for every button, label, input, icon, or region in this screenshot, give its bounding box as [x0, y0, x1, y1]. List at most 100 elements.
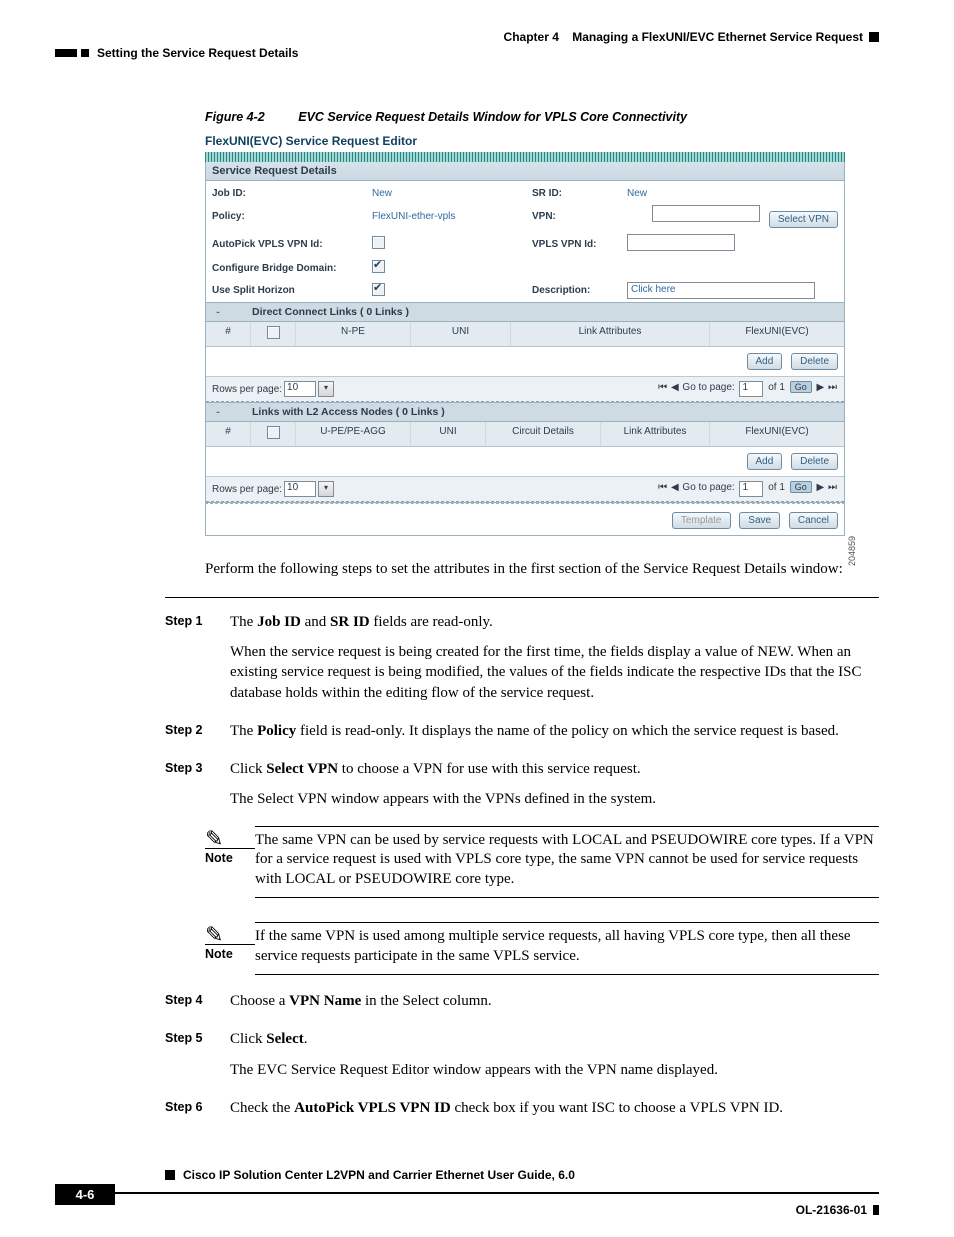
goto-page-input[interactable]: 1 — [739, 481, 763, 497]
go-button[interactable]: Go — [790, 481, 812, 493]
step-4-label: Step 4 — [165, 991, 230, 1021]
cancel-button[interactable]: Cancel — [789, 512, 838, 529]
split-horizon-label: Use Split Horizon — [212, 285, 372, 296]
policy-label: Policy: — [212, 211, 372, 222]
pager: Rows per page: 10 ▾ ⏮ ◀ Go to page: 1 of… — [206, 376, 844, 402]
page-of-label: of 1 — [768, 482, 785, 493]
description-label: Description: — [532, 285, 627, 296]
footer-tick-icon — [873, 1205, 879, 1215]
title-bar-decoration — [205, 152, 845, 162]
rows-per-page-input[interactable]: 10 — [284, 381, 316, 397]
section-title: Setting the Service Request Details — [97, 46, 298, 60]
document-id: OL-21636-01 — [796, 1203, 867, 1217]
step-6-label: Step 6 — [165, 1098, 230, 1128]
delete-button[interactable]: Delete — [791, 353, 838, 370]
section-heading: Service Request Details — [205, 162, 845, 181]
step-1-label: Step 1 — [165, 612, 230, 713]
save-button[interactable]: Save — [739, 512, 780, 529]
next-page-icon[interactable]: ▶ — [817, 482, 826, 493]
step-5-label: Step 5 — [165, 1029, 230, 1090]
rows-per-page-dropdown[interactable]: ▾ — [318, 481, 334, 497]
footer-rule — [115, 1192, 879, 1205]
delete-button[interactable]: Delete — [791, 453, 838, 470]
goto-page-label: Go to page: — [682, 382, 734, 393]
note-1-text: The same VPN can be used by service requ… — [255, 831, 879, 894]
pencil-icon: ✎ — [205, 922, 255, 948]
page-of-label: of 1 — [768, 382, 785, 393]
screenshot-footer-buttons: Template Save Cancel — [205, 503, 845, 536]
l2-links-columns: # U-PE/PE-AGG UNI Circuit Details Link A… — [206, 422, 844, 447]
page-footer: Cisco IP Solution Center L2VPN and Carri… — [55, 1168, 879, 1217]
first-page-icon[interactable]: ⏮ — [658, 482, 668, 493]
vpls-vpn-id-input[interactable] — [627, 234, 735, 251]
step-2-label: Step 2 — [165, 721, 230, 751]
note-1: ✎ Note The same VPN can be used by servi… — [205, 826, 879, 899]
goto-page-input[interactable]: 1 — [739, 381, 763, 397]
chapter-number: Chapter 4 — [504, 30, 559, 44]
job-id-value: New — [372, 188, 532, 199]
rows-per-page-label: Rows per page: — [212, 484, 282, 495]
select-all-checkbox[interactable] — [267, 326, 280, 339]
split-horizon-checkbox[interactable] — [372, 283, 385, 296]
vpn-input[interactable] — [652, 205, 760, 222]
rows-per-page-input[interactable]: 10 — [284, 481, 316, 497]
autopick-label: AutoPick VPLS VPN Id: — [212, 239, 372, 250]
prev-page-icon[interactable]: ◀ — [671, 482, 680, 493]
header-square-icon — [81, 49, 89, 57]
bridge-domain-checkbox[interactable] — [372, 260, 385, 273]
section-header: Setting the Service Request Details — [55, 46, 879, 60]
goto-page-label: Go to page: — [682, 482, 734, 493]
rows-per-page-dropdown[interactable]: ▾ — [318, 381, 334, 397]
note-2: ✎ Note If the same VPN is used among mul… — [205, 922, 879, 975]
sr-id-label: SR ID: — [532, 188, 627, 199]
select-vpn-button[interactable]: Select VPN — [769, 211, 838, 228]
next-page-icon[interactable]: ▶ — [817, 382, 826, 393]
chapter-title: Managing a FlexUNI/EVC Ethernet Service … — [572, 30, 863, 44]
step-3-body: Click Select VPN to choose a VPN for use… — [230, 759, 879, 820]
running-header: Chapter 4 Managing a FlexUNI/EVC Etherne… — [55, 30, 879, 44]
vpls-vpn-id-label: VPLS VPN Id: — [532, 239, 627, 250]
description-input[interactable]: Click here — [627, 282, 815, 299]
prev-page-icon[interactable]: ◀ — [671, 382, 680, 393]
step-1-body: The Job ID and SR ID fields are read-onl… — [230, 612, 879, 713]
note-2-text: If the same VPN is used among multiple s… — [255, 927, 879, 970]
step-6-body: Check the AutoPick VPLS VPN ID check box… — [230, 1098, 879, 1128]
pencil-icon: ✎ — [205, 826, 255, 852]
first-page-icon[interactable]: ⏮ — [658, 382, 668, 393]
step-4-body: Choose a VPN Name in the Select column. — [230, 991, 879, 1021]
job-id-label: Job ID: — [212, 188, 372, 199]
vpn-label: VPN: — [532, 211, 627, 222]
figure-number: Figure 4-2 — [205, 110, 265, 124]
pager: Rows per page: 10 ▾ ⏮ ◀ Go to page: 1 of… — [206, 476, 844, 502]
window-title: FlexUNI(EVC) Service Request Editor — [205, 132, 845, 152]
header-marker-icon — [869, 32, 879, 42]
last-page-icon[interactable]: ⏭ — [828, 482, 838, 493]
select-all-checkbox[interactable] — [267, 426, 280, 439]
rows-per-page-label: Rows per page: — [212, 384, 282, 395]
screenshot: FlexUNI(EVC) Service Request Editor Serv… — [205, 132, 845, 536]
l2-links-header[interactable]: - Links with L2 Access Nodes ( 0 Links ) — [206, 402, 844, 422]
figure-caption: Figure 4-2 EVC Service Request Details W… — [205, 110, 879, 124]
figure-id: 204859 — [847, 536, 857, 566]
add-button[interactable]: Add — [747, 453, 783, 470]
step-5-body: Click Select. The EVC Service Request Ed… — [230, 1029, 879, 1090]
step-3-label: Step 3 — [165, 759, 230, 820]
last-page-icon[interactable]: ⏭ — [828, 382, 838, 393]
footer-square-icon — [165, 1170, 175, 1180]
policy-value: FlexUNI-ether-vpls — [372, 211, 532, 222]
direct-links-header[interactable]: - Direct Connect Links ( 0 Links ) — [206, 302, 844, 322]
sr-id-value: New — [627, 188, 838, 199]
horizontal-rule — [165, 597, 879, 598]
add-button[interactable]: Add — [747, 353, 783, 370]
direct-links-columns: # N-PE UNI Link Attributes FlexUNI(EVC) — [206, 322, 844, 347]
bridge-domain-label: Configure Bridge Domain: — [212, 263, 372, 274]
header-bar-icon — [55, 49, 77, 57]
template-button[interactable]: Template — [672, 512, 731, 529]
collapse-icon[interactable]: - — [212, 406, 224, 418]
page-number: 4-6 — [55, 1184, 115, 1205]
autopick-checkbox[interactable] — [372, 236, 385, 249]
step-2-body: The Policy field is read-only. It displa… — [230, 721, 879, 751]
go-button[interactable]: Go — [790, 381, 812, 393]
collapse-icon[interactable]: - — [212, 306, 224, 318]
document-title: Cisco IP Solution Center L2VPN and Carri… — [183, 1168, 575, 1182]
